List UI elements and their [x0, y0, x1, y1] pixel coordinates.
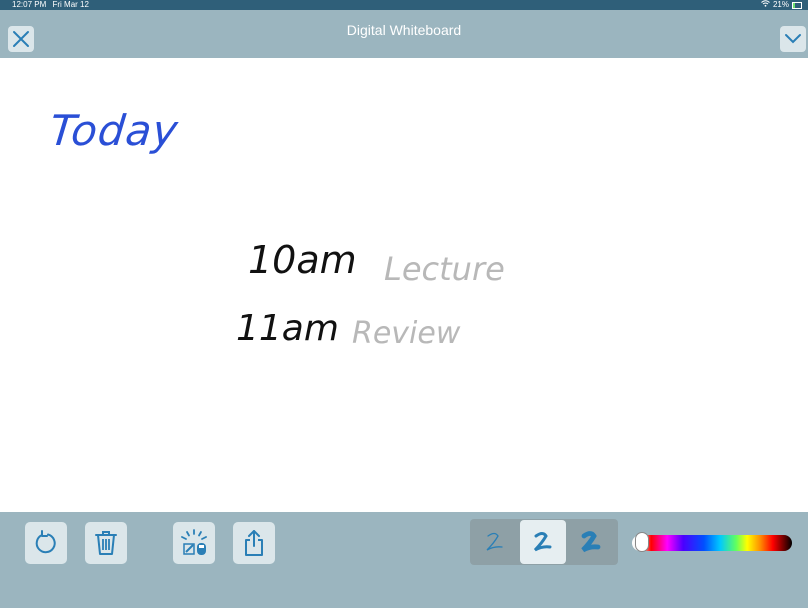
pen-size-selector	[470, 519, 618, 565]
pen-size-medium-button[interactable]	[520, 520, 566, 564]
close-button[interactable]	[8, 26, 34, 52]
collapse-button[interactable]	[780, 26, 806, 52]
clear-canvas-button[interactable]	[173, 522, 215, 564]
undo-button[interactable]	[25, 522, 67, 564]
bottom-toolbar	[0, 512, 808, 608]
ink-stroke-10am: 10am	[248, 238, 357, 282]
status-bar: 12:07 PM Fri Mar 12 21%	[0, 0, 808, 10]
battery-fill	[793, 2, 795, 8]
pen-thin-icon	[486, 532, 503, 551]
share-button[interactable]	[233, 522, 275, 564]
undo-icon	[35, 530, 56, 554]
ink-stroke-11am: 11am	[236, 308, 339, 349]
page-title: Digital Whiteboard	[346, 22, 462, 38]
pen-size-thin-button[interactable]	[472, 520, 518, 564]
pen-medium-icon	[533, 532, 552, 552]
color-slider-thumb[interactable]	[635, 532, 649, 552]
delete-button[interactable]	[85, 522, 127, 564]
share-icon	[245, 530, 263, 556]
pen-thick-icon	[581, 531, 601, 553]
pen-size-thick-button[interactable]	[568, 520, 614, 564]
nav-bar: Digital Whiteboard	[0, 10, 808, 58]
battery-icon	[792, 1, 802, 9]
close-icon	[13, 31, 29, 47]
wifi-icon	[761, 0, 770, 10]
ink-stroke-today: Today	[47, 106, 181, 155]
whiteboard-canvas[interactable]: Today 10am Lecture 11am Review	[0, 58, 808, 512]
color-slider-track[interactable]	[632, 535, 792, 551]
trash-icon	[95, 531, 117, 555]
color-slider[interactable]	[632, 532, 792, 554]
ink-stroke-review: Review	[352, 316, 461, 351]
clear-canvas-icon	[181, 529, 207, 555]
chevron-down-icon	[785, 34, 801, 44]
status-date: Fri Mar 12	[52, 0, 89, 9]
ink-stroke-lecture: Lecture	[384, 250, 505, 288]
status-time: 12:07 PM	[12, 0, 47, 9]
battery-percent: 21%	[772, 0, 789, 9]
